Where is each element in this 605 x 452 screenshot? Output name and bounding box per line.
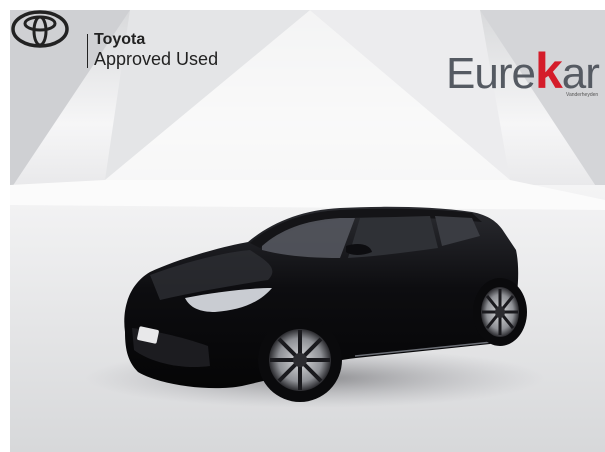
car-photo[interactable]: Toyota Approved Used Eurekar Vanderheyde… [10,10,605,452]
eurekar-logo: Eurekar Vanderheyden [442,26,605,106]
eurekar-tagline: Vanderheyden [566,92,599,98]
brand-name: Toyota [94,31,146,48]
toyota-approved-used-branding: Toyota Approved Used [94,30,218,70]
brand-program: Approved Used [94,49,219,69]
floor-horizon [10,180,605,210]
front-wheel [258,318,342,402]
listing-photo-frame: Toyota Approved Used Eurekar Vanderheyde… [0,0,605,452]
rear-wheel [473,278,527,346]
clipped-header-text [0,0,60,10]
brand-divider [87,34,88,68]
toyota-logo-icon [11,10,69,48]
